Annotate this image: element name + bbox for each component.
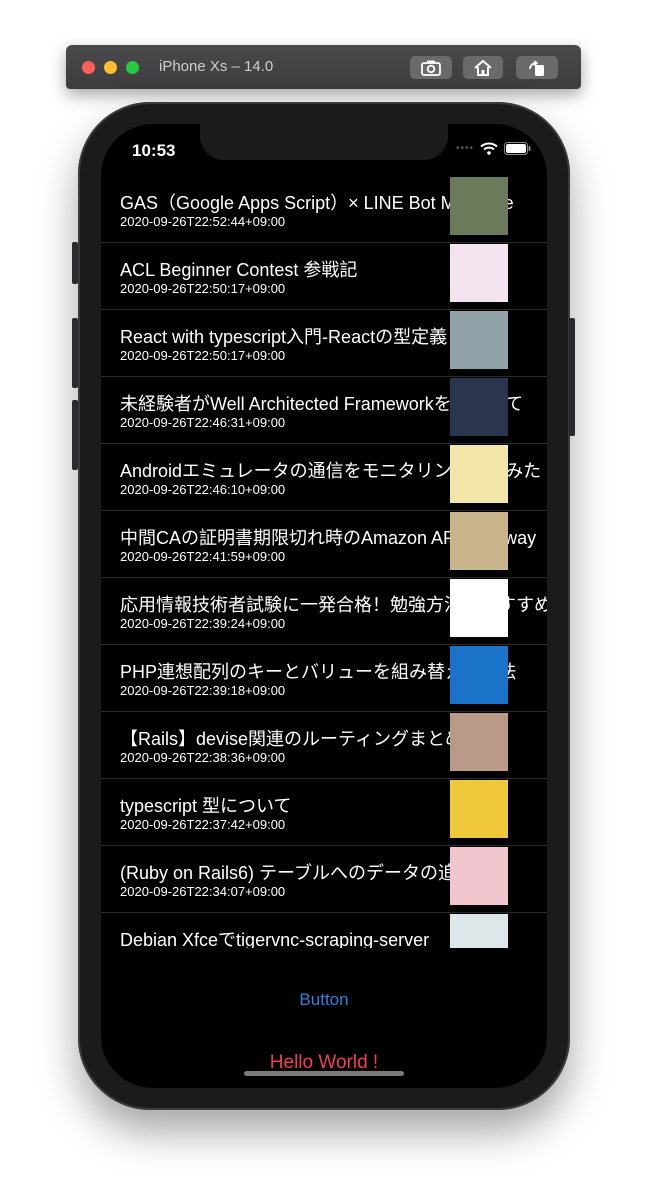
list-item[interactable]: React with typescript入門-Reactの型定義 2020-09…: [101, 310, 547, 377]
home-icon: [474, 59, 492, 76]
article-thumbnail: [450, 780, 508, 838]
home-button[interactable]: [463, 56, 503, 79]
wifi-icon: [480, 142, 498, 155]
simulator-title: iPhone Xs – 14.0: [159, 58, 274, 75]
article-date: 2020-09-26T22:41:59+09:00: [120, 549, 286, 564]
article-date: 2020-09-26T22:46:31+09:00: [120, 415, 286, 430]
list-item[interactable]: (Ruby on Rails6) テーブルへのデータの追加 2020-09-26T…: [101, 846, 547, 913]
article-thumbnail: [450, 311, 508, 369]
close-window-button[interactable]: [82, 61, 95, 74]
list-item[interactable]: typescript 型について 2020-09-26T22:37:42+09:0…: [101, 779, 547, 846]
bottom-button[interactable]: Button: [101, 990, 547, 1010]
rotate-icon: [529, 59, 544, 76]
home-indicator[interactable]: [244, 1071, 404, 1076]
screenshot-icon: [421, 60, 441, 76]
list-item[interactable]: PHP連想配列のキーとバリューを組み替える方法 2020-09-26T22:39:…: [101, 645, 547, 712]
list-item[interactable]: Androidエミュレータの通信をモニタリングしてみた 2020-09-26T22…: [101, 444, 547, 511]
article-date: 2020-09-26T22:39:24+09:00: [120, 616, 286, 631]
battery-icon: [504, 142, 531, 155]
article-thumbnail: [450, 579, 508, 637]
article-thumbnail: [450, 177, 508, 235]
article-date: 2020-09-26T22:34:07+09:00: [120, 884, 286, 899]
list-item[interactable]: 未経験者がWell Architected Frameworkを意識して 2020…: [101, 377, 547, 444]
mute-switch: [72, 242, 78, 284]
signal-icon: ••••: [455, 143, 474, 154]
article-thumbnail: [450, 378, 508, 436]
article-date: 2020-09-26T22:46:10+09:00: [120, 482, 286, 497]
list-item[interactable]: 中間CAの証明書期限切れ時のAmazon API Gateway 2020-09-…: [101, 511, 547, 578]
article-thumbnail: [450, 646, 508, 704]
article-thumbnail: [450, 713, 508, 771]
article-thumbnail: [450, 445, 508, 503]
zoom-window-button[interactable]: [126, 61, 139, 74]
list-item[interactable]: 応用情報技術者試験に一発合格！勉強方法とおすすめ 2020-09-26T22:39…: [101, 578, 547, 645]
list-item[interactable]: GAS（Google Apps Script）× LINE Bot Messag…: [101, 176, 547, 243]
list-item[interactable]: ACL Beginner Contest 参戦記 2020-09-26T22:50…: [101, 243, 547, 310]
article-thumbnail: [450, 914, 508, 948]
article-date: 2020-09-26T22:37:42+09:00: [120, 817, 286, 832]
simulator-title-bar: iPhone Xs – 14.0: [66, 45, 581, 89]
article-thumbnail: [450, 847, 508, 905]
article-list[interactable]: GAS（Google Apps Script）× LINE Bot Messag…: [101, 176, 547, 948]
article-thumbnail: [450, 512, 508, 570]
status-time: 10:53: [132, 141, 176, 160]
volume-up-button: [72, 318, 78, 388]
article-date: 2020-09-26T22:52:44+09:00: [120, 214, 286, 229]
article-thumbnail: [450, 244, 508, 302]
power-button: [569, 318, 575, 436]
article-date: 2020-09-26T22:50:17+09:00: [120, 281, 286, 296]
device-screen: 10:53 •••• GAS（Google Apps Script）× LINE…: [101, 124, 547, 1088]
article-date: 2020-09-26T22:50:17+09:00: [120, 348, 286, 363]
rotate-button[interactable]: [516, 56, 558, 79]
list-item[interactable]: 【Rails】devise関連のルーティングまとめ 2020-09-26T22:3…: [101, 712, 547, 779]
status-icons: ••••: [456, 142, 531, 155]
article-date: 2020-09-26T22:39:18+09:00: [120, 683, 286, 698]
screenshot-button[interactable]: [410, 56, 452, 79]
list-item[interactable]: Debian Xfceでtigervnc-scraping-server2020…: [101, 913, 547, 948]
volume-down-button: [72, 400, 78, 470]
article-date: 2020-09-26T22:38:36+09:00: [120, 750, 286, 765]
notch: [200, 124, 448, 160]
minimize-window-button[interactable]: [104, 61, 117, 74]
